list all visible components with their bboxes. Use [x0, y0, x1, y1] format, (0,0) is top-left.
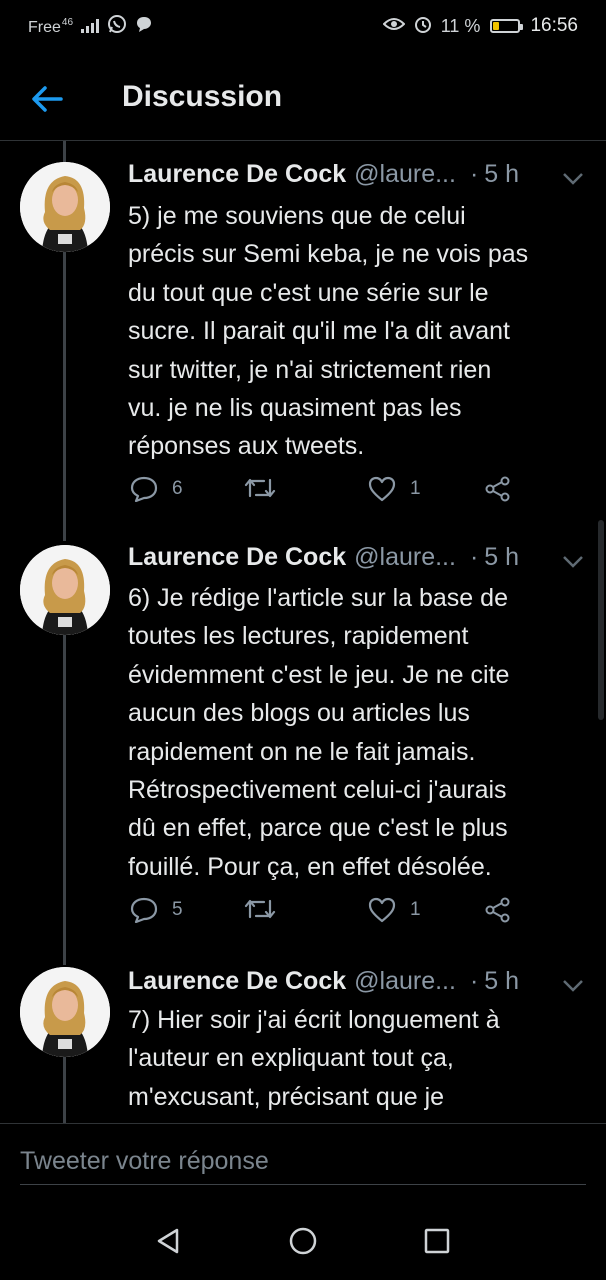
tweet-text-line: vu. je ne lis quasiment pas les [128, 394, 462, 423]
tweet-text-line: sur twitter, je n'ai strictement rien [128, 355, 492, 384]
tweet-header: Laurence De Cock @laure... · 5 h [128, 158, 588, 190]
battery-icon [490, 19, 524, 33]
nav-back-button[interactable] [148, 1225, 188, 1257]
tweet-text-line: m'excusant, précisant que je [128, 1082, 445, 1111]
tweet-text-line: 5) je me souviens que de celui [128, 202, 466, 230]
author-name[interactable]: Laurence De Cock [128, 160, 346, 189]
share-button[interactable] [484, 897, 512, 923]
status-right: 11 % 16:56 [382, 14, 578, 39]
author-name[interactable]: Laurence De Cock [128, 967, 346, 996]
reply-icon [130, 476, 158, 502]
carrier-label: Free46 [28, 16, 74, 36]
share-button[interactable] [484, 476, 512, 502]
alarm-icon [413, 14, 433, 39]
retweet-icon [244, 899, 276, 919]
tweet-text-line: rapidement on ne le fait jamais. [128, 737, 476, 766]
tweet-text-line: toutes les lectures, rapidement [128, 622, 469, 651]
tweet-time: 5 h [484, 966, 520, 995]
reply-button[interactable]: 6 [130, 476, 183, 502]
chat-bubble-icon [135, 15, 153, 38]
author-handle[interactable]: @laure... [354, 967, 456, 996]
like-count: 1 [410, 899, 421, 920]
avatar[interactable] [20, 967, 110, 1057]
nav-recents-button[interactable] [417, 1225, 457, 1257]
reply-icon [130, 897, 158, 923]
battery-fill [493, 22, 500, 30]
status-bar: Free46 11 % 16:56 [0, 0, 606, 52]
tweet-text-line: sucre. Il parait qu'il me l'a dit avant [128, 317, 510, 346]
arrow-left-icon [32, 86, 63, 112]
screen: Free46 11 % 16:56 Discussion Laurence De… [0, 0, 606, 1280]
heart-icon [368, 476, 396, 502]
tweet-header: Laurence De Cock @laure... · 5 h [128, 965, 588, 997]
separator-dot: · [469, 966, 479, 995]
chevron-down-icon[interactable] [562, 547, 584, 576]
tweet[interactable]: Laurence De Cock @laure... · 5 h 6) Je r… [0, 541, 606, 965]
tweet-text-line: Rétrospectivement celui-ci j'aurais [128, 776, 507, 805]
battery-percent: 11 % [440, 15, 481, 36]
header: Discussion [0, 58, 606, 141]
heart-icon [368, 897, 396, 923]
tweet-text: 6) Je rédige l'article sur la base de to… [128, 579, 588, 886]
tweet-thread[interactable]: Laurence De Cock @laure... · 5 h 5) je m… [0, 141, 606, 1123]
eye-icon [382, 16, 406, 37]
tweet-text-line: l'auteur en expliquant tout ça, [128, 1044, 454, 1073]
reply-count: 6 [172, 478, 183, 499]
reply-count: 5 [172, 899, 183, 920]
tweet-text-line: du tout que c'est une série sur le [128, 278, 489, 307]
author-handle[interactable]: @laure... [354, 543, 456, 572]
author-name[interactable]: Laurence De Cock [128, 543, 346, 572]
like-count: 1 [410, 478, 421, 499]
clock: 16:56 [530, 15, 578, 36]
tweet-text-line: évidemment c'est le jeu. Je ne cite [128, 660, 510, 689]
chevron-down-icon[interactable] [562, 971, 584, 1000]
tweet-header: Laurence De Cock @laure... · 5 h [128, 541, 588, 573]
tweet[interactable]: Laurence De Cock @laure... · 5 h 7) Hier… [0, 965, 606, 1123]
share-icon [485, 476, 510, 502]
separator-dot: · [469, 542, 479, 571]
tweet-text-line: fouillé. Pour ça, en effet désolée. [128, 852, 492, 881]
nav-home-button[interactable] [283, 1225, 323, 1257]
tweet-text-line: 6) Je rédige l'article sur la base de [128, 584, 508, 612]
tweet-text-line: dû en effet, parce que c'est le plus [128, 814, 508, 843]
back-button[interactable] [30, 82, 64, 116]
author-handle[interactable]: @laure... [354, 160, 456, 189]
tweet-text-line: aucun des blogs ou articles lus [128, 699, 470, 728]
reply-button[interactable]: 5 [130, 897, 183, 923]
avatar[interactable] [20, 545, 110, 635]
tweet-time: 5 h [484, 542, 520, 571]
page-title: Discussion [122, 80, 283, 113]
tweet-time: 5 h [484, 159, 520, 188]
square-recents-icon [424, 1228, 450, 1254]
like-button[interactable]: 1 [368, 897, 421, 923]
tweet-text-line: 7) Hier soir j'ai écrit longuement à [128, 1006, 500, 1034]
circle-home-icon [289, 1227, 317, 1255]
avatar[interactable] [20, 162, 110, 252]
separator-dot: · [469, 159, 479, 188]
scrollbar[interactable] [598, 520, 604, 720]
like-button[interactable]: 1 [368, 476, 421, 502]
triangle-back-icon [157, 1228, 179, 1254]
reply-input[interactable] [20, 1138, 586, 1185]
chevron-down-icon[interactable] [562, 164, 584, 193]
tweet-actions: 6 1 [128, 476, 588, 508]
tweet-actions: 5 1 [128, 897, 588, 929]
status-left: Free46 [28, 14, 153, 39]
retweet-icon [244, 478, 276, 498]
retweet-button[interactable] [244, 476, 290, 500]
tweet-text: 5) je me souviens que de celui précis su… [128, 197, 588, 466]
retweet-button[interactable] [244, 897, 290, 921]
whatsapp-icon [107, 14, 127, 39]
system-nav-bar [0, 1199, 606, 1280]
tweet-text-line: réponses aux tweets. [128, 432, 365, 461]
reply-bar [0, 1123, 606, 1200]
tweet-text: 7) Hier soir j'ai écrit longuement à l'a… [128, 1001, 588, 1116]
share-icon [485, 897, 510, 923]
signal-icon [81, 19, 100, 33]
tweet[interactable]: Laurence De Cock @laure... · 5 h 5) je m… [0, 141, 606, 541]
tweet-text-line: précis sur Semi keba, je ne vois pas [128, 240, 529, 269]
